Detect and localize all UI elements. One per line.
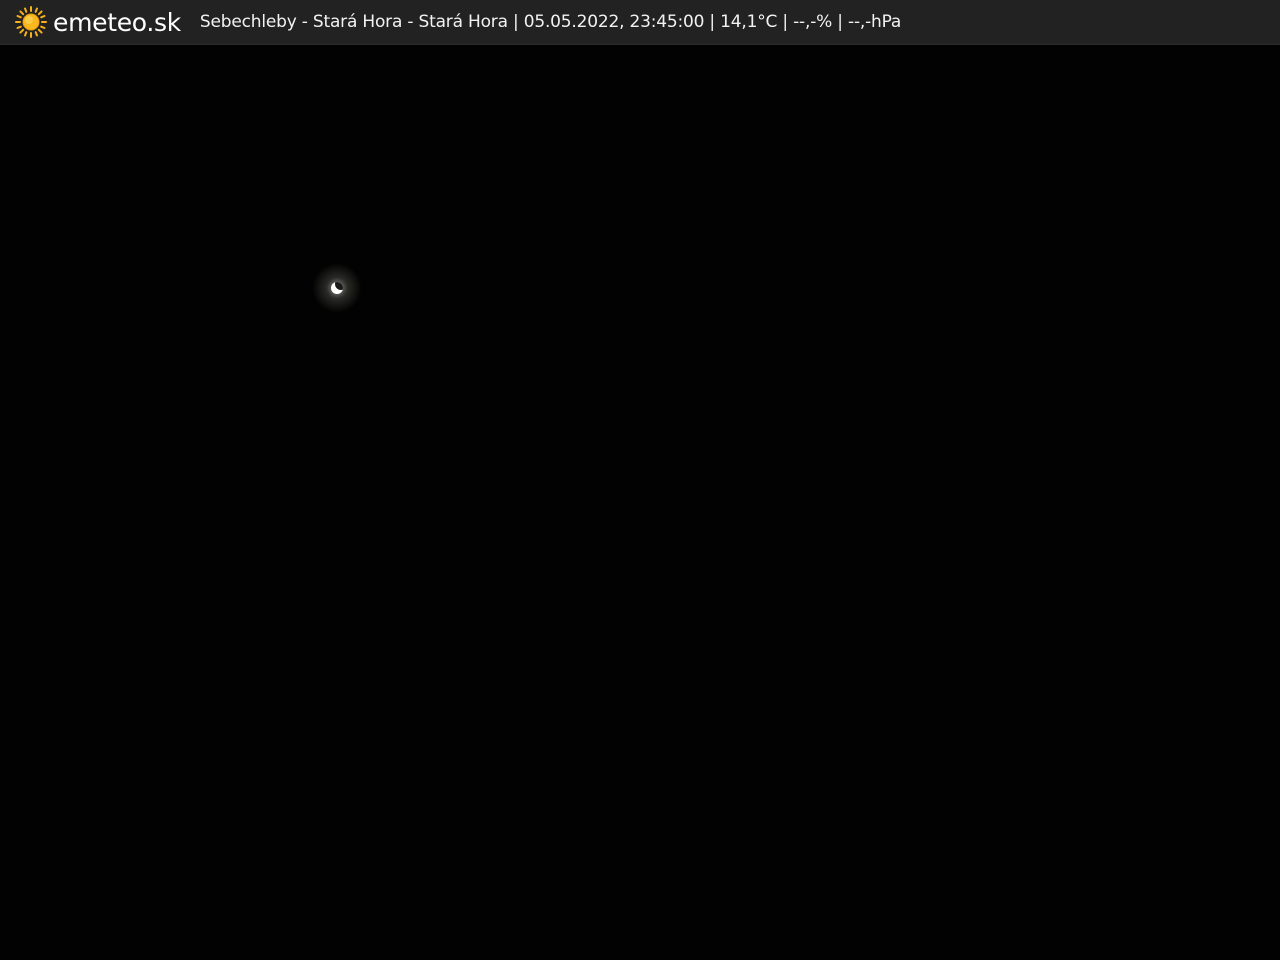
webcam-frame: emeteo.sk Sebechleby - Stará Hora - Star… bbox=[0, 0, 1280, 960]
webcam-image bbox=[0, 45, 1280, 960]
moon-icon bbox=[331, 282, 343, 294]
moon-shadow bbox=[335, 282, 343, 290]
brand-name: emeteo.sk bbox=[53, 7, 181, 37]
station-caption: Sebechleby - Stará Hora - Stará Hora | 0… bbox=[199, 11, 902, 32]
logo[interactable]: emeteo.sk bbox=[14, 0, 181, 45]
header-bar: emeteo.sk Sebechleby - Stará Hora - Star… bbox=[0, 0, 1280, 45]
sun-icon bbox=[15, 6, 47, 38]
